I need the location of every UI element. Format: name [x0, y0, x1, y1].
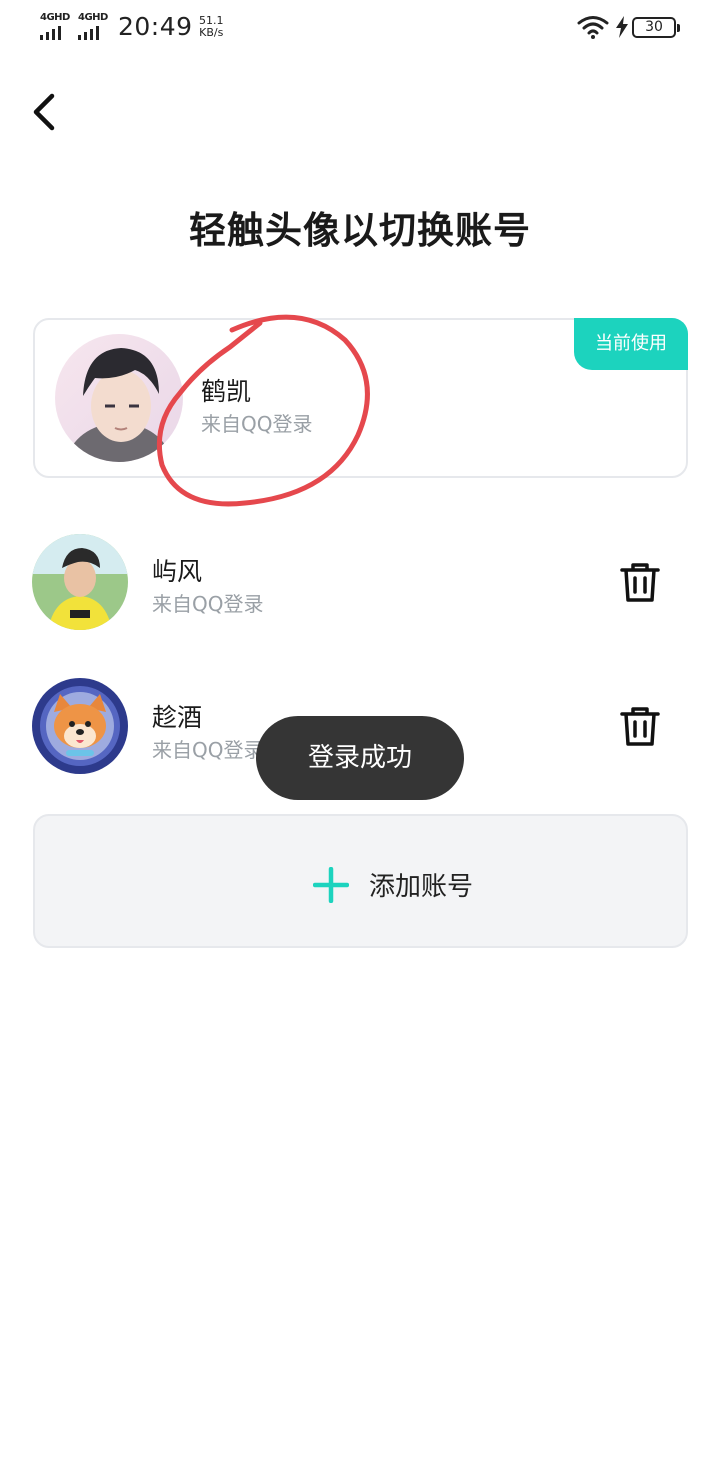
account-source: 来自QQ登录 — [152, 738, 264, 762]
plus-icon — [313, 867, 349, 903]
account-row[interactable]: 屿风 来自QQ登录 — [0, 534, 720, 644]
account-avatar[interactable] — [32, 534, 128, 630]
battery-icon: 30 — [632, 17, 680, 38]
add-account-label: 添加账号 — [369, 872, 474, 902]
account-avatar[interactable] — [32, 678, 128, 774]
add-account-button[interactable]: 添加账号 — [33, 814, 688, 948]
current-account-source: 来自QQ登录 — [201, 412, 313, 436]
current-account-name: 鹤凯 — [201, 377, 252, 406]
status-time: 20:49 — [118, 12, 193, 41]
network-speed-unit: KB/s — [199, 26, 224, 39]
back-button[interactable] — [28, 90, 64, 134]
wifi-icon — [577, 16, 609, 39]
sim1-signal-icon: 4GHD — [40, 12, 74, 40]
account-source: 来自QQ登录 — [152, 592, 264, 616]
trash-icon[interactable] — [618, 560, 662, 604]
sim1-network-type: 4GHD — [40, 12, 70, 23]
charging-icon — [616, 16, 628, 38]
current-use-badge: 当前使用 — [574, 318, 688, 370]
status-bar: 4GHD 4GHD 20:49 51.1 KB/s 30 — [0, 0, 720, 56]
account-name: 屿风 — [152, 557, 203, 586]
page-title: 轻触头像以切换账号 — [189, 209, 531, 252]
current-account-avatar[interactable] — [55, 334, 183, 462]
account-name: 趁酒 — [152, 703, 203, 732]
current-account-card[interactable]: 鹤凯 来自QQ登录 当前使用 — [33, 318, 688, 478]
sim2-signal-icon: 4GHD — [78, 12, 112, 40]
trash-icon[interactable] — [618, 704, 662, 748]
network-speed: 51.1 KB/s — [199, 15, 224, 39]
login-success-toast: 登录成功 — [256, 716, 464, 800]
sim2-network-type: 4GHD — [78, 12, 108, 23]
